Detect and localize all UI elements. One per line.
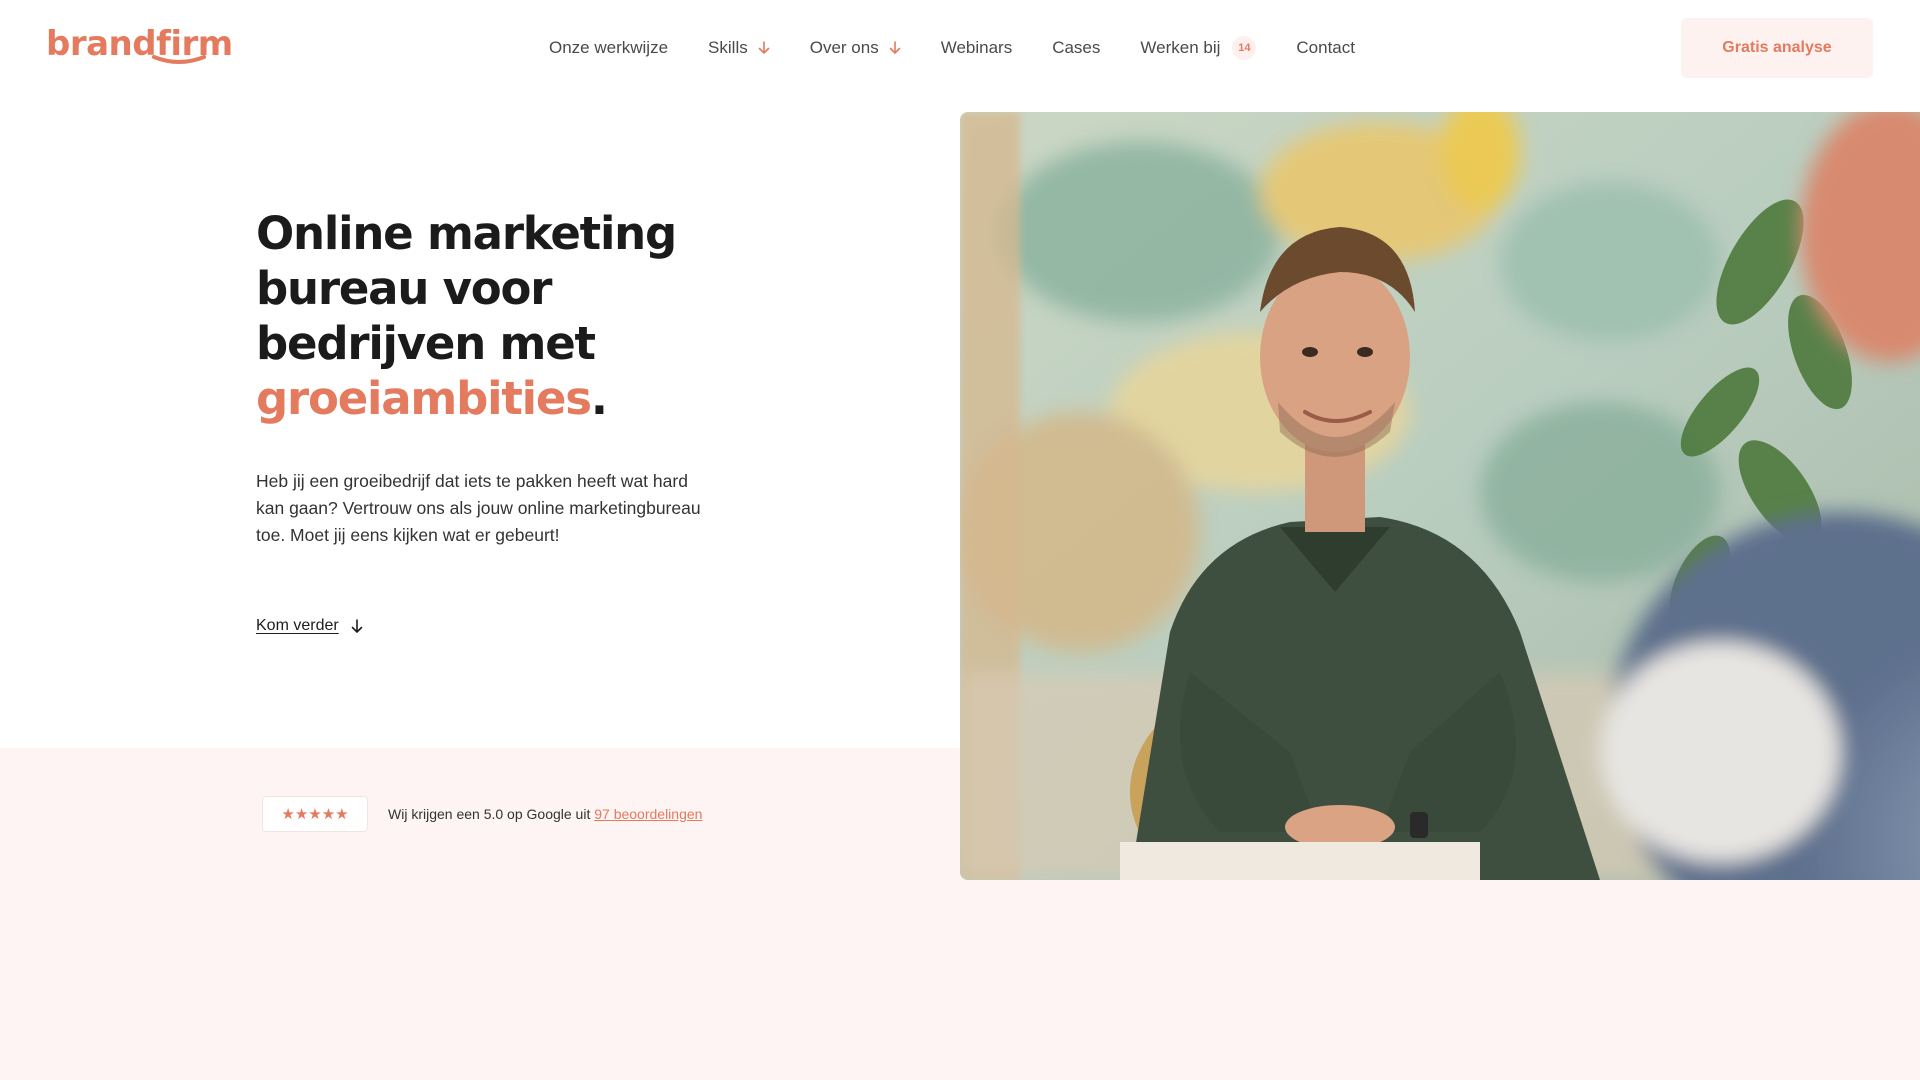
hero-title-period: . <box>590 372 608 425</box>
hero-title: Online marketing bureau voor bedrijven m… <box>256 206 726 426</box>
nav-label: Werken bij <box>1140 38 1221 57</box>
arrow-down-icon <box>758 41 770 54</box>
kom-verder-link[interactable]: Kom verder <box>256 617 363 635</box>
nav-item-webinars[interactable]: Webinars <box>941 38 1013 58</box>
vacancy-count-badge: 14 <box>1232 36 1257 60</box>
gratis-analyse-button[interactable]: Gratis analyse <box>1681 18 1873 78</box>
nav-item-contact[interactable]: Contact <box>1296 38 1355 58</box>
nav-label: Cases <box>1052 38 1101 57</box>
nav-label: Webinars <box>940 38 1013 57</box>
logo-swoosh-icon <box>152 55 206 64</box>
nav-item-cases[interactable]: Cases <box>1052 38 1100 58</box>
nav-item-over-ons[interactable]: Over ons <box>810 38 901 58</box>
hero-title-accent: groeiambities <box>256 372 592 425</box>
google-rating: ★★★★★ Wij krijgen een 5.0 op Google uit … <box>262 796 702 832</box>
rating-text: Wij krijgen een 5.0 op Google uit 97 beo… <box>388 806 702 822</box>
main-navigation: Onze werkwijze Skills Over ons Webinars … <box>549 36 1355 60</box>
star-rating-icon: ★★★★★ <box>262 796 368 832</box>
hero-description: Heb jij een groeibedrijf dat iets te pak… <box>256 471 701 545</box>
hero-photo <box>960 112 1920 880</box>
arrow-down-icon <box>889 41 901 54</box>
arrow-down-icon <box>351 618 363 633</box>
nav-label: Onze werkwijze <box>549 38 669 57</box>
page: brandfirm Onze werkwijze Skills Over ons <box>0 0 1920 1080</box>
site-header: brandfirm Onze werkwijze Skills Over ons <box>0 0 1920 95</box>
nav-item-onze-werkwijze[interactable]: Onze werkwijze <box>549 38 668 58</box>
reviews-link[interactable]: 97 beoordelingen <box>594 806 702 822</box>
nav-label: Skills <box>708 38 748 57</box>
nav-item-skills[interactable]: Skills <box>708 38 770 58</box>
hero-title-line: bedrijven met <box>256 317 596 370</box>
hero-photo-illustration <box>960 112 1920 880</box>
rating-label: Wij krijgen een 5.0 op Google uit <box>388 806 595 822</box>
hero-title-line: bureau voor <box>256 262 552 315</box>
nav-item-werken-bij[interactable]: Werken bij 14 <box>1140 36 1257 60</box>
nav-label: Contact <box>1296 38 1355 57</box>
hero-title-line: Online marketing <box>256 207 677 260</box>
nav-label: Over ons <box>809 38 879 57</box>
kom-verder-label: Kom verder <box>256 617 339 634</box>
